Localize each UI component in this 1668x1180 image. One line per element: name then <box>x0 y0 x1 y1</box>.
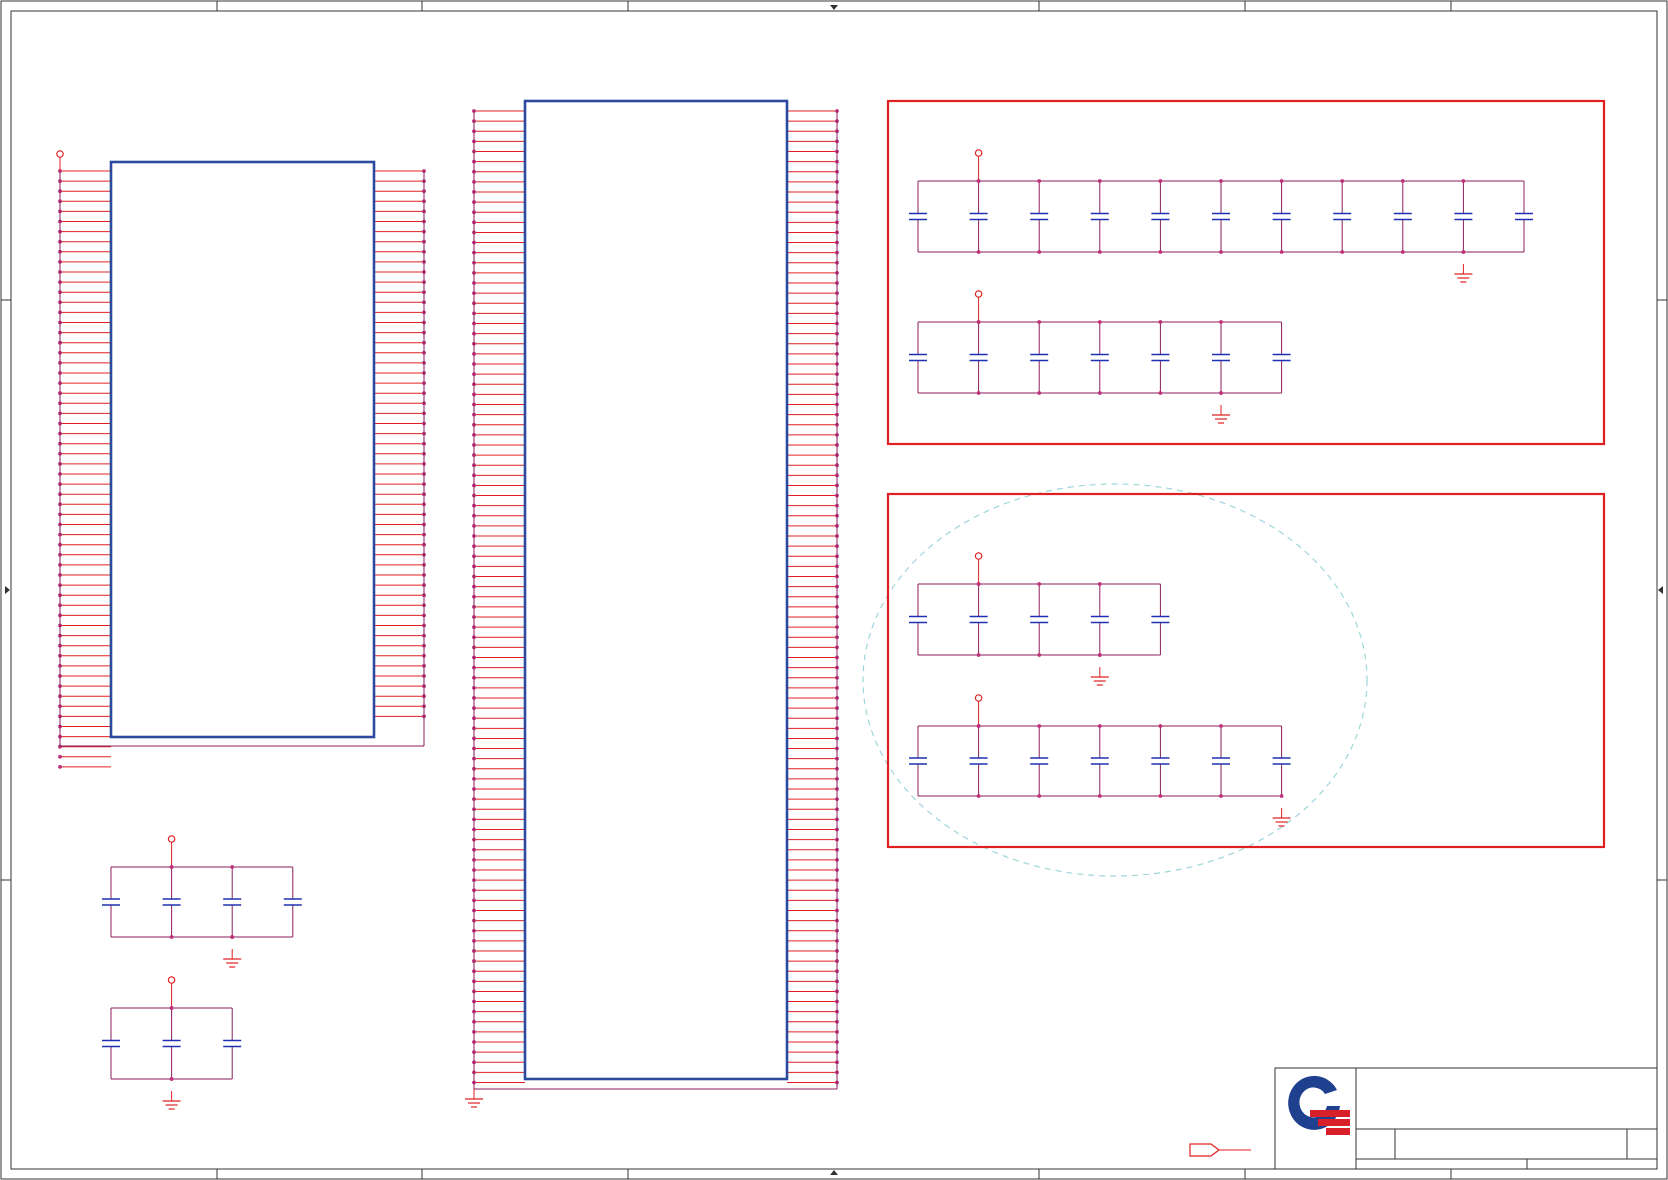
junction-dot <box>976 582 981 586</box>
ic-body <box>109 160 376 739</box>
junction-dot <box>976 320 981 324</box>
junction-dot <box>1461 179 1466 183</box>
junction-dot <box>169 865 174 869</box>
decap-bank-6 <box>102 976 242 1110</box>
junction-dot <box>1158 794 1163 798</box>
center-mark-left <box>5 586 10 594</box>
off-page-connector-shape <box>1189 1143 1220 1157</box>
power-port-icon <box>167 976 176 984</box>
junction-dot <box>1461 250 1466 254</box>
junction-dot <box>1400 179 1405 183</box>
junction-dot <box>1219 724 1223 728</box>
schematic-sheet <box>0 0 1668 1180</box>
junction-dot <box>1097 320 1102 324</box>
junction-dot <box>169 935 174 939</box>
junction-dot <box>1097 179 1102 183</box>
power-port-icon <box>974 694 983 702</box>
logo-stripe <box>1310 1110 1350 1117</box>
junction-dot <box>1158 250 1163 254</box>
quanta-logo <box>1288 1075 1350 1135</box>
decap-bank-2 <box>909 290 1291 424</box>
junction-dot <box>1037 724 1042 728</box>
pin-left-junction <box>58 754 62 759</box>
junction-dot <box>1340 250 1345 254</box>
junction-dot <box>1097 724 1102 728</box>
junction-dot <box>1219 179 1223 183</box>
junction-dot <box>1097 794 1102 798</box>
center-mark-bottom <box>830 1170 838 1175</box>
junction-dot <box>1158 320 1163 324</box>
junction-dot <box>230 865 235 869</box>
junction-dot <box>1097 582 1102 586</box>
power-port-icon <box>167 835 176 843</box>
junction-dot <box>169 1077 174 1081</box>
ic-u1[interactable] <box>56 150 426 769</box>
junction-dot <box>976 653 981 657</box>
junction-dot <box>1037 794 1042 798</box>
junction-dot <box>1037 582 1042 586</box>
decap-bank-5 <box>102 835 302 968</box>
junction-dot <box>1097 653 1102 657</box>
junction-dot <box>976 391 981 395</box>
junction-dot <box>1219 391 1223 395</box>
pin-left-junction <box>58 765 62 769</box>
decap-bank-4 <box>909 694 1291 827</box>
decap-bank-1 <box>909 149 1533 283</box>
junction-dot <box>1097 250 1102 254</box>
power-port-icon <box>974 552 983 560</box>
junction-dot <box>976 250 981 254</box>
junction-dot <box>1279 179 1284 183</box>
logo-stripe <box>1326 1128 1350 1135</box>
junction-dot <box>1219 320 1223 324</box>
logo-stripe <box>1318 1119 1350 1126</box>
junction-dot <box>1219 250 1223 254</box>
title-block <box>1189 1067 1658 1170</box>
junction-dot <box>1340 179 1345 183</box>
junction-dot <box>1037 320 1042 324</box>
power-port-icon <box>974 149 983 157</box>
junction-dot <box>230 935 235 939</box>
junction-dot <box>1279 794 1284 798</box>
junction-dot <box>976 794 981 798</box>
junction-dot <box>1158 724 1163 728</box>
junction-dot <box>1097 391 1102 395</box>
junction-dot <box>976 179 981 183</box>
junction-dot <box>1037 179 1042 183</box>
junction-dot <box>1400 250 1405 254</box>
highlight-ellipse <box>862 483 1368 877</box>
ic-u2[interactable] <box>465 99 839 1108</box>
center-mark-top <box>830 5 838 10</box>
junction-dot <box>1158 391 1163 395</box>
junction-dot <box>1158 179 1163 183</box>
junction-dot <box>169 1006 174 1010</box>
power-port-icon <box>974 290 983 298</box>
junction-dot <box>976 724 981 728</box>
group-box-bottom <box>886 492 1606 849</box>
power-port-icon <box>56 150 64 158</box>
center-mark-right <box>1658 586 1663 594</box>
junction-dot <box>1279 250 1284 254</box>
junction-dot <box>1219 794 1223 798</box>
junction-dot <box>1037 250 1042 254</box>
off-page-connector-icon <box>1189 1143 1251 1157</box>
decap-bank-3 <box>909 552 1170 686</box>
junction-dot <box>1037 653 1042 657</box>
ic-body <box>523 99 789 1081</box>
junction-dot <box>1037 391 1042 395</box>
